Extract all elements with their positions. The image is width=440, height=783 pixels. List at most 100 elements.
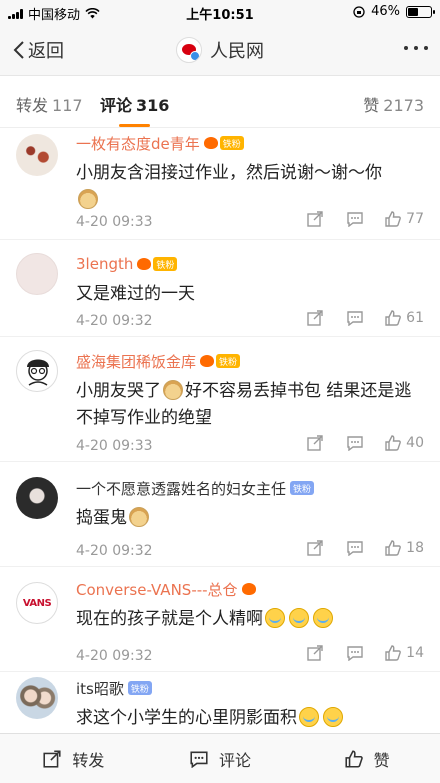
- comment-item: 盛海集团稀饭金库 铁粉 小朋友哭了 好不容易丢掉书包 结果还是逃不掉写作业的绝望 …: [0, 338, 440, 462]
- like-action[interactable]: 18: [384, 539, 424, 557]
- repost-action[interactable]: [306, 309, 324, 327]
- tab-count: 117: [52, 96, 83, 115]
- doge-emoji-icon: [163, 380, 183, 400]
- like-action[interactable]: 40: [384, 434, 424, 452]
- repost-action[interactable]: [306, 210, 324, 228]
- comment-text: 捣蛋鬼: [76, 508, 127, 528]
- tab-likes[interactable]: 赞 2173: [363, 92, 424, 116]
- thumbs-up-icon: [385, 645, 402, 661]
- page-title-text: 人民网: [210, 41, 264, 62]
- fan-heart-icon: [241, 583, 256, 595]
- share-icon: [43, 749, 61, 768]
- comment-icon: [347, 212, 363, 227]
- like-label: 赞: [373, 750, 390, 770]
- laugh-cry-emoji-icon: [323, 707, 343, 727]
- repost-action[interactable]: [306, 434, 324, 452]
- rotation-lock-icon: [353, 5, 365, 18]
- comment-time: 4-20 09:32: [76, 313, 153, 329]
- avatar[interactable]: [16, 253, 58, 295]
- thumbs-up-icon: [385, 211, 402, 227]
- share-icon: [307, 645, 323, 661]
- avatar[interactable]: [16, 477, 58, 519]
- comment-icon: [347, 311, 363, 326]
- comment-label: 评论: [219, 750, 252, 770]
- comment-text-part1: 小朋友哭了: [76, 381, 161, 401]
- reply-action[interactable]: [346, 435, 364, 451]
- fan-heart-icon: [137, 258, 152, 270]
- avatar[interactable]: [16, 134, 58, 176]
- comment-icon: [347, 541, 363, 556]
- fan-badge: 铁粉: [127, 681, 152, 695]
- comment-item: its昭歌 铁粉 求这个小学生的心里阴影面积: [0, 673, 440, 733]
- comment-item: 一个不愿意透露姓名的妇女主任 铁粉 捣蛋鬼 4-20 09:32 18: [0, 463, 440, 567]
- status-bar: 中国移动 上午10:51 46%: [0, 0, 440, 24]
- username[interactable]: 3length: [76, 255, 133, 273]
- battery-icon: [406, 5, 435, 18]
- like-count: 40: [406, 435, 424, 451]
- tab-bar: 转发 117 评论 316 赞 2173: [0, 76, 440, 128]
- avatar[interactable]: VANS: [16, 582, 58, 624]
- doge-emoji-icon: [129, 507, 149, 527]
- like-button[interactable]: 赞: [293, 734, 440, 783]
- username[interactable]: its昭歌: [76, 678, 124, 699]
- comment-time: 4-20 09:32: [76, 543, 153, 559]
- tab-label: 评论: [100, 96, 133, 115]
- comment-button[interactable]: 评论: [147, 734, 294, 783]
- more-icon[interactable]: [404, 46, 428, 50]
- username[interactable]: 盛海集团稀饭金库: [76, 351, 196, 372]
- comment-time: 4-20 09:33: [76, 214, 153, 230]
- thumbs-up-icon: [385, 540, 402, 556]
- like-count: 18: [406, 540, 424, 556]
- comment-icon: [347, 646, 363, 661]
- comment-item: VANS Converse-VANS---总仓 现在的孩子就是个人精啊 4-20…: [0, 568, 440, 672]
- avatar[interactable]: [16, 350, 58, 392]
- tab-comments[interactable]: 评论 316: [100, 92, 170, 127]
- thumbs-up-icon: [345, 749, 363, 768]
- comment-text: 小朋友含泪接过作业，然后说谢～谢～你: [76, 163, 382, 183]
- doge-emoji-icon: [78, 189, 98, 209]
- comment-text: 现在的孩子就是个人精啊: [76, 609, 263, 629]
- username[interactable]: Converse-VANS---总仓: [76, 579, 238, 600]
- fan-badge: 铁粉: [216, 354, 241, 368]
- username[interactable]: 一个不愿意透露姓名的妇女主任: [76, 478, 286, 499]
- battery-level: [408, 7, 419, 16]
- username[interactable]: 一枚有态度de青年: [76, 133, 200, 154]
- reply-action[interactable]: [346, 211, 364, 227]
- like-action[interactable]: 77: [384, 210, 424, 228]
- like-action[interactable]: 14: [384, 644, 424, 662]
- tab-label: 转发: [16, 96, 49, 115]
- fan-badge: 铁粉: [153, 257, 178, 271]
- bottom-action-bar: 转发 评论 赞: [0, 733, 440, 783]
- comment-icon: [190, 751, 208, 768]
- thumbs-up-icon: [385, 435, 402, 451]
- reply-action[interactable]: [346, 310, 364, 326]
- laugh-cry-emoji-icon: [313, 608, 333, 628]
- reply-action[interactable]: [346, 540, 364, 556]
- share-icon: [307, 540, 323, 556]
- comment-time: 4-20 09:32: [76, 648, 153, 664]
- comment-list[interactable]: 一枚有态度de青年 铁粉 小朋友含泪接过作业，然后说谢～谢～你 4-20 09:…: [0, 128, 440, 733]
- comment-text: 求这个小学生的心里阴影面积: [76, 708, 297, 728]
- avatar[interactable]: [16, 677, 58, 719]
- tab-reposts[interactable]: 转发 117: [16, 92, 83, 116]
- laugh-cry-emoji-icon: [299, 707, 319, 727]
- vans-logo: VANS: [22, 597, 52, 609]
- tab-count: 2173: [383, 96, 424, 115]
- fan-badge: 铁粉: [290, 481, 315, 495]
- repost-button[interactable]: 转发: [0, 734, 147, 783]
- cartoon-avatar-icon: [27, 359, 49, 386]
- page-title[interactable]: 人民网: [0, 37, 440, 63]
- like-action[interactable]: 61: [384, 309, 424, 327]
- repost-label: 转发: [72, 750, 105, 770]
- tab-count: 316: [136, 96, 170, 115]
- like-count: 14: [406, 645, 424, 661]
- like-count: 61: [406, 310, 424, 326]
- thumbs-up-icon: [385, 310, 402, 326]
- comment-item: 一枚有态度de青年 铁粉 小朋友含泪接过作业，然后说谢～谢～你 4-20 09:…: [0, 128, 440, 240]
- comment-item: 3length 铁粉 又是难过的一天 4-20 09:32 61: [0, 241, 440, 337]
- fan-badge: 铁粉: [219, 136, 244, 150]
- repost-action[interactable]: [306, 539, 324, 557]
- repost-action[interactable]: [306, 644, 324, 662]
- reply-action[interactable]: [346, 645, 364, 661]
- like-count: 77: [406, 211, 424, 227]
